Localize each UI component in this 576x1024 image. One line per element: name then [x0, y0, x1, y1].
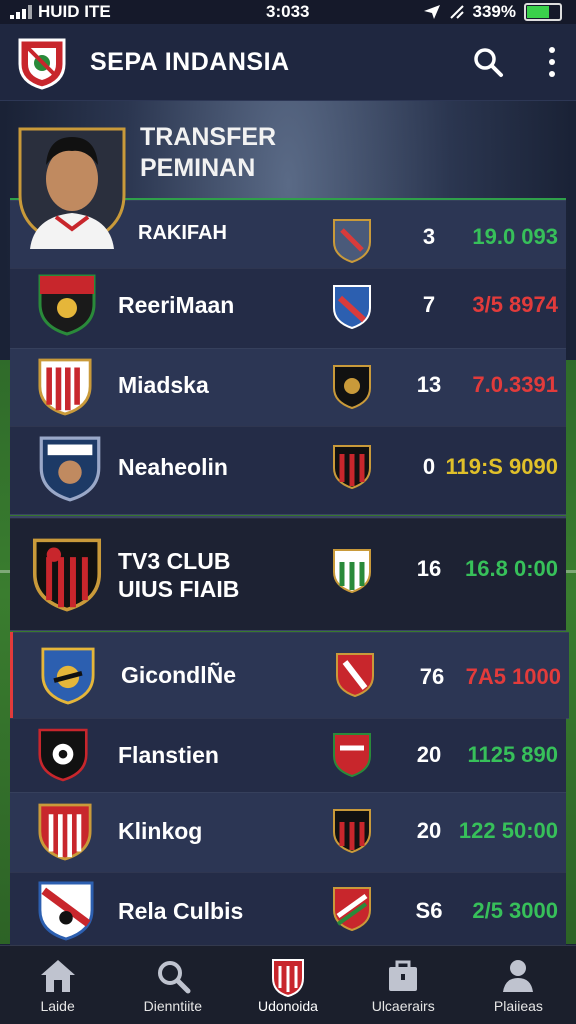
transfer-count: 20 [416, 742, 442, 767]
battery-icon [524, 3, 562, 21]
nav-clubs[interactable]: Udonoida [230, 946, 345, 1024]
team-name: Flanstien [118, 742, 219, 768]
nav-search[interactable]: Dienntiite [115, 946, 230, 1024]
nav-label: Ulcaerairs [371, 998, 435, 1014]
team-name: ReeriMaan [118, 292, 235, 318]
featured-title-line1: TRANSFER [140, 123, 277, 151]
transfer-count: 3 [422, 224, 436, 249]
clock: 3:033 [266, 2, 310, 21]
home-icon [40, 960, 75, 992]
transfer-count: 16 [416, 556, 442, 581]
list-item[interactable]: ReeriMaan 7 3/5 8974 [10, 268, 566, 349]
nav-label: Plaiieas [493, 998, 543, 1014]
list-item[interactable]: Flanstien 20 1125 890 [10, 718, 566, 793]
carrier-text: HUID ITE [38, 2, 111, 21]
search-icon [157, 961, 191, 994]
featured-title: TRANSFER PEMINAN [140, 122, 276, 184]
team-crest-icon [38, 803, 92, 861]
transfer-count: 20 [416, 818, 442, 843]
nav-transfers[interactable]: Ulcaerairs [346, 946, 461, 1024]
transfer-value: 7A5 1000 [465, 664, 561, 689]
team-subname: UIUS FIAIB [118, 576, 240, 602]
transfer-value: 1125 890 [467, 742, 558, 767]
nav-home[interactable]: Laide [0, 946, 115, 1024]
club-crest-icon [333, 365, 371, 410]
list-item[interactable]: Rela Culbis S6 2/5 3000 [10, 872, 566, 947]
club-crest-icon [336, 653, 374, 698]
team-name: Miadska [118, 372, 209, 398]
nav-label: Udonoida [258, 998, 318, 1014]
team-crest-icon [38, 881, 94, 941]
more-options-icon[interactable] [540, 44, 564, 80]
team-name: GicondlÑe [121, 662, 237, 688]
transfer-count: 13 [416, 372, 442, 397]
wifi-icon [449, 5, 464, 19]
search-icon[interactable] [472, 46, 504, 78]
transfer-value: 16.8 0:00 [465, 556, 558, 581]
location-icon [423, 5, 440, 19]
transfer-count: S6 [415, 898, 443, 923]
nav-players[interactable]: Plaiieas [461, 946, 576, 1024]
battery-percent: 339% [472, 2, 516, 21]
list-item[interactable]: GicondlÑe 76 7A5 1000 [10, 632, 569, 719]
team-crest-icon [38, 358, 92, 416]
player-photo[interactable] [16, 125, 128, 249]
team-name: Neaheolin [118, 454, 228, 480]
transfer-value: 19.0 093 [472, 224, 558, 249]
team-name: Rela Culbis [118, 898, 244, 924]
team-crest-icon [39, 436, 101, 502]
signal-icon [10, 5, 32, 19]
nav-label: Laide [40, 998, 75, 1014]
team-name: TV3 CLUB [118, 548, 231, 574]
list-item[interactable]: Miadska 13 7.0.3391 [10, 348, 566, 427]
club-crest-icon [333, 733, 371, 778]
transfer-count: 7 [422, 292, 436, 317]
club-crest-icon [333, 445, 371, 490]
transfer-value: 3/5 8974 [472, 292, 558, 317]
team-crest-icon [38, 728, 88, 782]
transfer-value: 2/5 3000 [472, 898, 558, 923]
bag-icon [389, 960, 418, 991]
transfer-value: 119:S 9090 [445, 454, 558, 479]
featured-player-name: RAKIFAH [138, 222, 227, 244]
app-header: SEPA INDANSIA [0, 24, 576, 101]
nav-label: Dienntiite [143, 998, 202, 1014]
person-icon [503, 960, 534, 992]
list-item[interactable]: Neaheolin 0 119:S 9090 [10, 426, 566, 515]
transfer-value: 122 50:00 [458, 818, 558, 843]
team-crest-icon [41, 647, 95, 705]
club-crest-icon [333, 285, 371, 330]
club-crest-icon [333, 549, 371, 594]
club-crest-icon [333, 219, 371, 264]
transfer-value: 7.0.3391 [472, 372, 558, 397]
team-crest-icon [38, 274, 96, 336]
app-title: SEPA INDANSIA [90, 48, 290, 76]
bottom-navigation: Laide Dienntiite Udonoida Ulcaerairs Pla… [0, 945, 576, 1024]
club-crest-icon [333, 809, 371, 854]
team-name: Klinkog [118, 818, 203, 844]
crest-icon [272, 959, 304, 998]
list-item-selected[interactable]: TV3 CLUB UIUS FIAIB 16 16.8 0:00 [10, 516, 566, 631]
transfer-count: 76 [419, 664, 445, 689]
featured-title-line2: PEMINAN [140, 154, 256, 182]
app-logo-crest[interactable] [18, 36, 66, 90]
transfer-count: 0 [422, 454, 436, 479]
club-crest-icon [333, 887, 371, 932]
list-item[interactable]: Klinkog 20 122 50:00 [10, 792, 566, 873]
status-bar: HUID ITE 3:033 339% [0, 0, 576, 24]
team-crest-icon [32, 538, 102, 612]
